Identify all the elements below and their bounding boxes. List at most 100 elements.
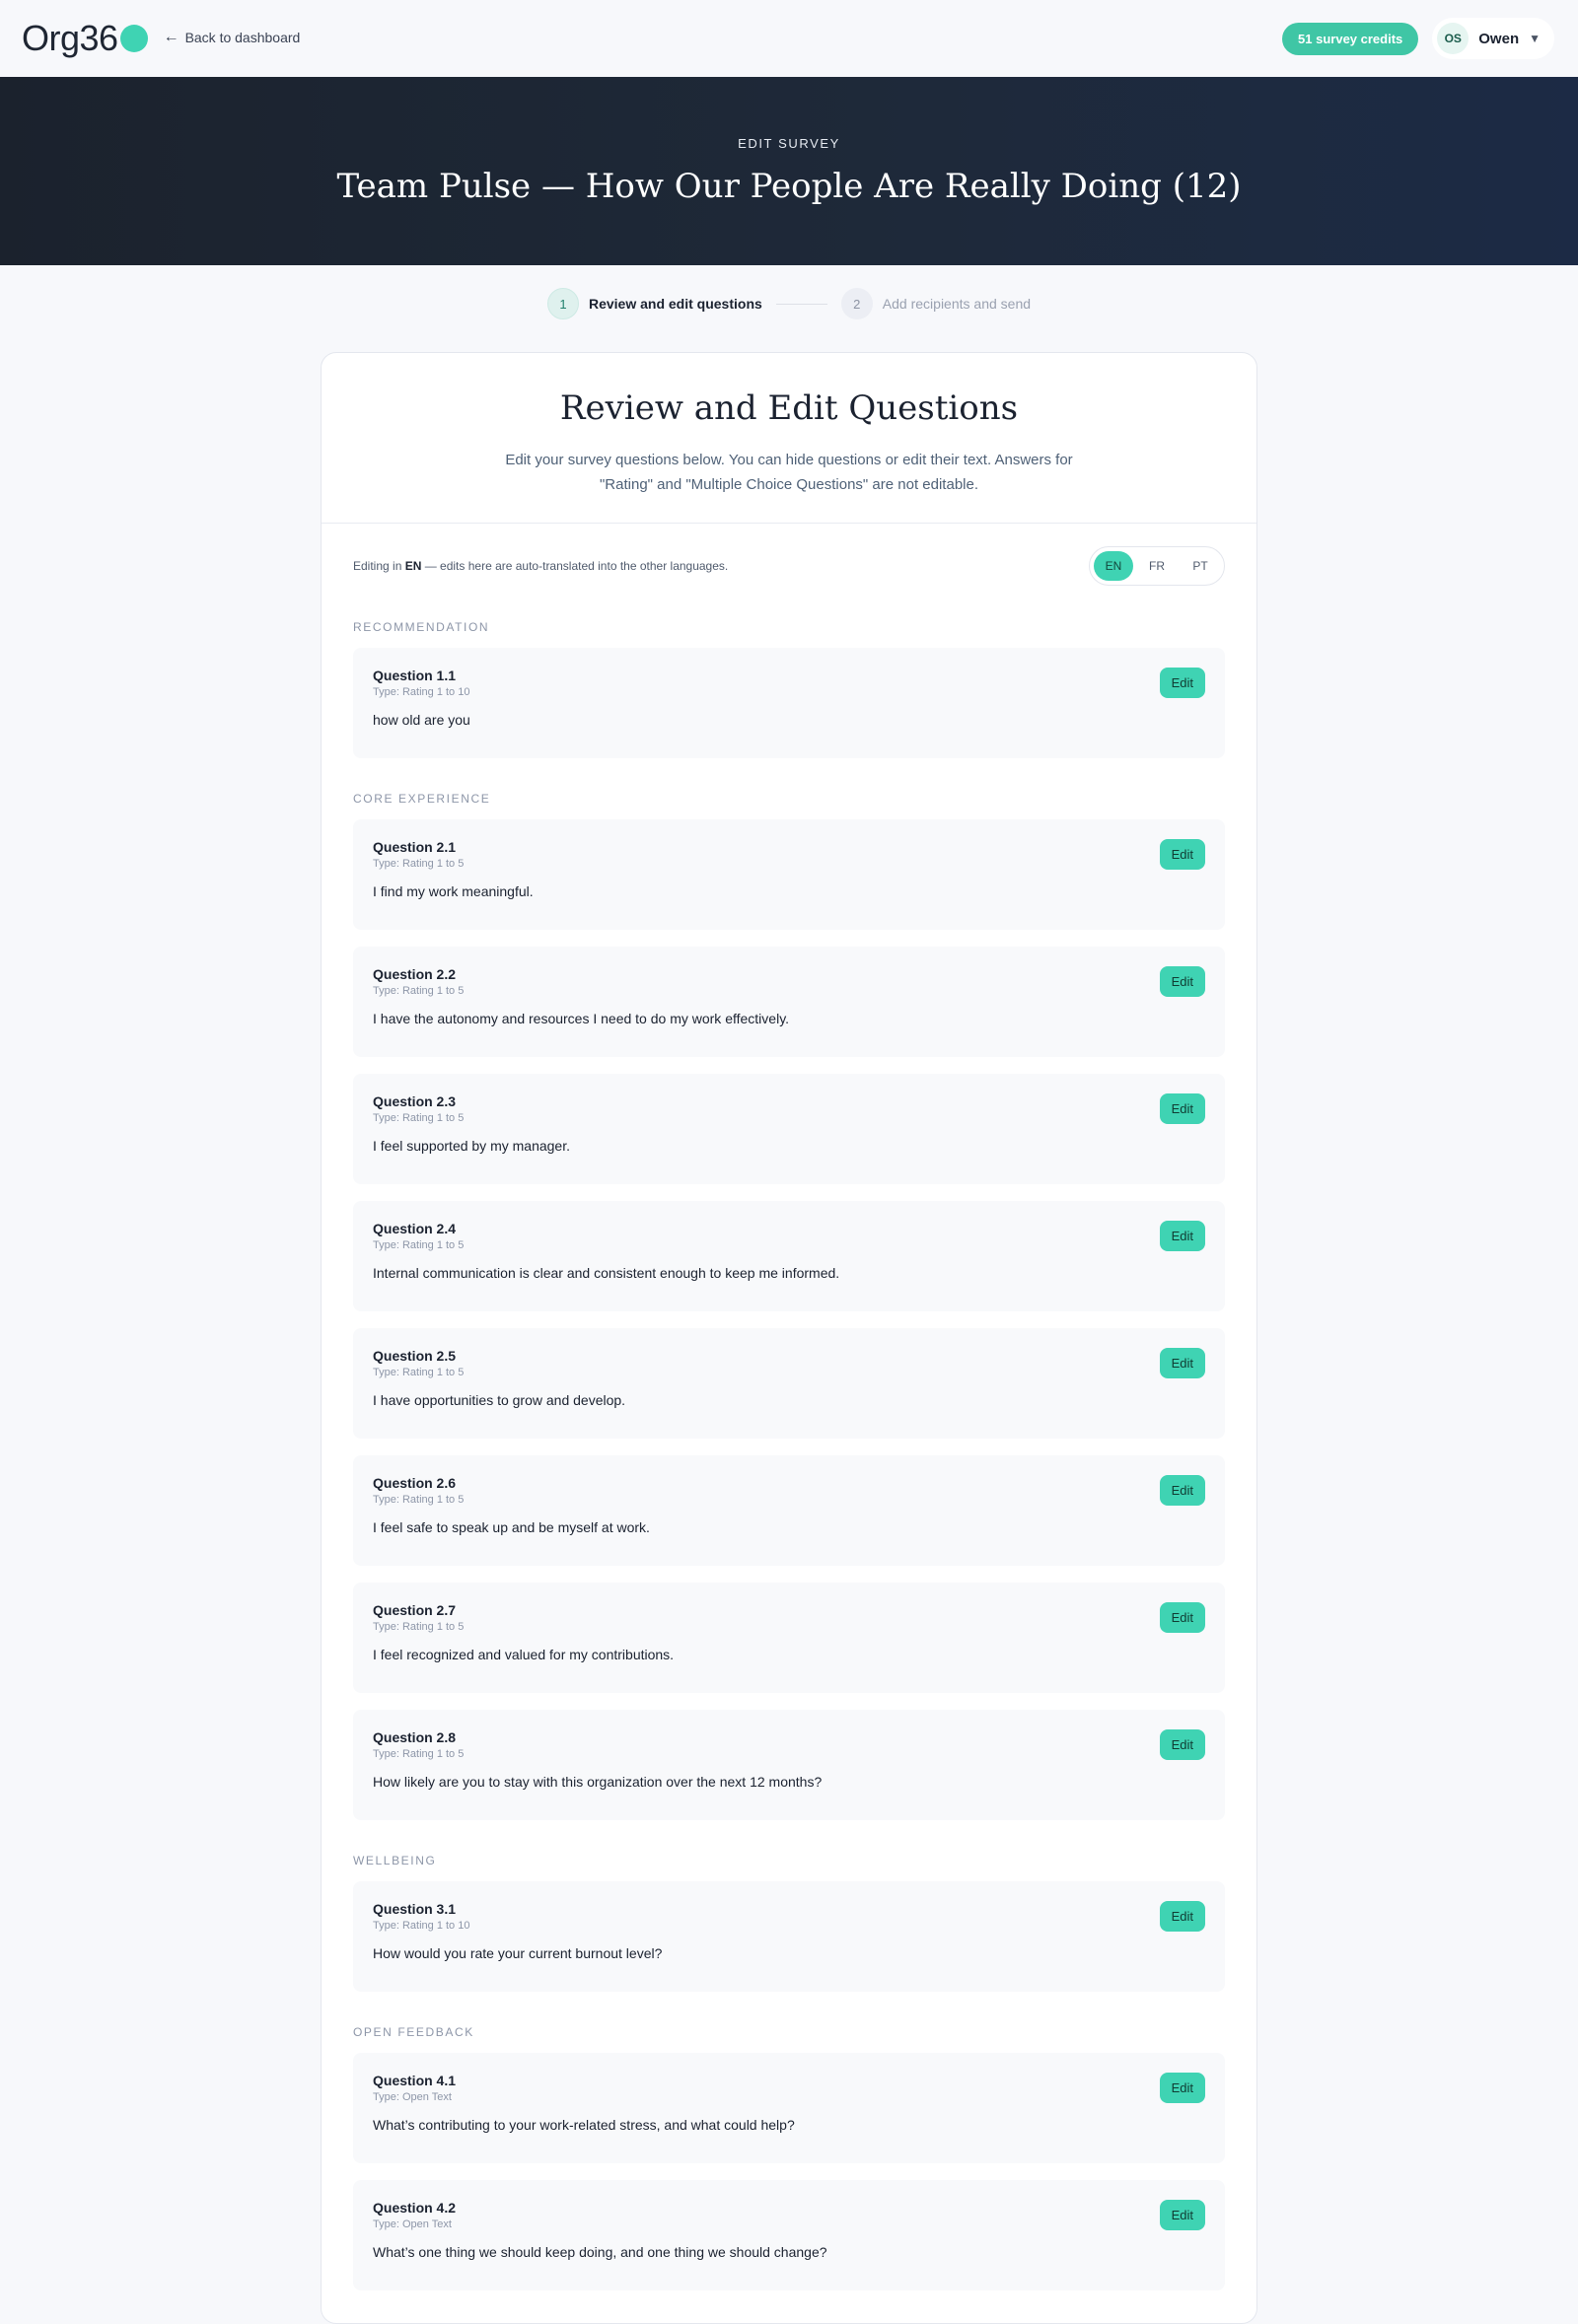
edit-question-button[interactable]: Edit [1159,1602,1205,1633]
question-card: Question 2.6 Type: Rating 1 to 5 I feel sa… [353,1455,1225,1566]
user-menu-button[interactable]: OS Owen ▼ [1432,18,1554,59]
caret-down-icon: ▼ [1529,32,1541,45]
edit-question-button[interactable]: Edit [1159,2200,1205,2230]
hero-banner: EDIT SURVEY Team Pulse — How Our People … [0,77,1578,265]
question-title: Question 4.2 [373,2200,457,2216]
question-title: Question 4.1 [373,2073,457,2088]
user-name: Owen [1478,30,1520,47]
section-label: RECOMMENDATION [353,620,490,634]
section-label: OPEN FEEDBACK [353,2025,474,2039]
question-type: Type: Rating 1 to 5 [373,1239,465,1251]
question-title: Question 2.8 [373,1729,457,1745]
question-text: I feel safe to speak up and be myself at… [373,1519,650,1535]
step-add-recipients[interactable]: 2 Add recipients and send [840,288,1032,319]
step-label: Review and edit questions [588,296,762,312]
section-label: CORE EXPERIENCE [353,792,491,806]
edit-question-button[interactable]: Edit [1159,1221,1205,1251]
back-to-dashboard-link[interactable]: ← Back to dashboard [163,29,301,46]
question-text: I feel supported by my manager. [373,1138,570,1154]
question-type: Type: Rating 1 to 10 [373,686,470,698]
question-card: Question 2.4 Type: Rating 1 to 5 Internal … [353,1201,1225,1311]
section-label: WELLBEING [353,1854,437,1867]
question-type: Type: Rating 1 to 5 [373,858,465,870]
card-body: Editing in EN — edits here are auto-tran… [322,524,1256,2290]
logo-dot-icon [119,25,148,52]
question-card: Question 1.1 Type: Rating 1 to 10 how old … [353,648,1225,758]
card-title: Review and Edit Questions [559,388,1019,428]
question-type: Type: Rating 1 to 5 [373,1494,465,1506]
question-type: Type: Rating 1 to 10 [373,1920,470,1932]
step-review-questions[interactable]: 1 Review and edit questions [546,288,762,319]
question-text: I have the autonomy and resources I need… [373,1011,790,1026]
language-toggle: EN FR PT [1089,546,1225,586]
question-title: Question 2.3 [373,1093,457,1109]
avatar: OS [1437,23,1470,54]
question-card: Question 4.1 Type: Open Text What’s contri… [353,2053,1225,2163]
question-text: I have opportunities to grow and develop… [373,1392,626,1408]
question-text: how old are you [373,712,470,728]
top-bar-left: Org36 ← Back to dashboard [22,18,300,59]
question-title: Question 2.2 [373,966,457,982]
edit-question-button[interactable]: Edit [1159,1475,1205,1506]
survey-credits-badge[interactable]: 51 survey credits [1282,22,1419,55]
question-title: Question 2.1 [373,839,457,855]
step-number: 2 [840,288,873,319]
logo-text: Org36 [22,18,118,58]
language-option-pt[interactable]: PT [1181,551,1220,581]
edit-question-button[interactable]: Edit [1159,966,1205,997]
language-note: Editing in EN — edits here are auto-tran… [353,559,728,573]
edit-question-button[interactable]: Edit [1159,1729,1205,1760]
edit-question-button[interactable]: Edit [1159,1093,1205,1124]
question-text: How would you rate your current burnout … [373,1945,663,1961]
question-title: Question 2.7 [373,1602,457,1618]
question-title: Question 2.6 [373,1475,457,1491]
question-type: Type: Rating 1 to 5 [373,1748,465,1760]
question-title: Question 2.4 [373,1221,457,1236]
logo[interactable]: Org36 [22,18,148,59]
survey-title: Team Pulse — How Our People Are Really D… [336,167,1242,206]
language-note-current: EN [404,559,422,573]
question-title: Question 3.1 [373,1901,457,1917]
back-link-label: Back to dashboard [184,30,301,45]
top-bar: Org36 ← Back to dashboard 51 survey cred… [0,0,1578,77]
question-type: Type: Open Text [373,2091,452,2103]
question-card: Question 2.5 Type: Rating 1 to 5 I have op… [353,1328,1225,1439]
language-option-en[interactable]: EN [1094,551,1133,581]
question-title: Question 1.1 [373,668,457,683]
question-title: Question 2.5 [373,1348,457,1364]
edit-question-button[interactable]: Edit [1159,668,1205,698]
edit-questions-card: Review and Edit Questions Edit your surv… [321,352,1257,2324]
question-text: What’s one thing we should keep doing, a… [373,2244,827,2260]
edit-question-button[interactable]: Edit [1159,1348,1205,1378]
question-text: What’s contributing to your work-related… [373,2117,795,2133]
language-note-prefix: Editing in [353,559,405,573]
question-card: Question 2.1 Type: Rating 1 to 5 I find my… [353,819,1225,930]
question-type: Type: Rating 1 to 5 [373,1112,465,1124]
question-text: I find my work meaningful. [373,883,534,899]
question-type: Type: Rating 1 to 5 [373,985,465,997]
edit-question-button[interactable]: Edit [1159,1901,1205,1932]
step-number: 1 [546,288,579,319]
card-header: Review and Edit Questions Edit your surv… [322,353,1256,524]
question-text: How likely are you to stay with this org… [373,1774,823,1790]
hero-eyebrow: EDIT SURVEY [738,136,840,151]
card-subtitle: Edit your survey questions below. You ca… [505,452,1073,493]
edit-question-button[interactable]: Edit [1159,2073,1205,2103]
question-text: Internal communication is clear and cons… [373,1265,840,1281]
question-type: Type: Rating 1 to 5 [373,1367,465,1378]
question-type: Type: Open Text [373,2218,452,2230]
edit-question-button[interactable]: Edit [1159,839,1205,870]
top-bar-right: 51 survey credits OS Owen ▼ [1282,18,1554,59]
language-option-fr[interactable]: FR [1137,551,1177,581]
question-card: Question 3.1 Type: Rating 1 to 10 How woul… [353,1881,1225,1992]
step-label: Add recipients and send [882,296,1032,312]
language-note-suffix: — edits here are auto-translated into th… [421,559,729,573]
question-card: Question 4.2 Type: Open Text What’s one th… [353,2180,1225,2290]
language-row: Editing in EN — edits here are auto-tran… [353,545,1225,587]
arrow-left-icon: ← [163,29,179,45]
question-card: Question 2.7 Type: Rating 1 to 5 I feel re… [353,1583,1225,1693]
question-type: Type: Rating 1 to 5 [373,1621,465,1633]
question-sections: RECOMMENDATION Question 1.1 Type: Rating 1… [353,620,1225,2290]
step-connector [775,303,827,305]
question-text: I feel recognized and valued for my cont… [373,1647,675,1662]
